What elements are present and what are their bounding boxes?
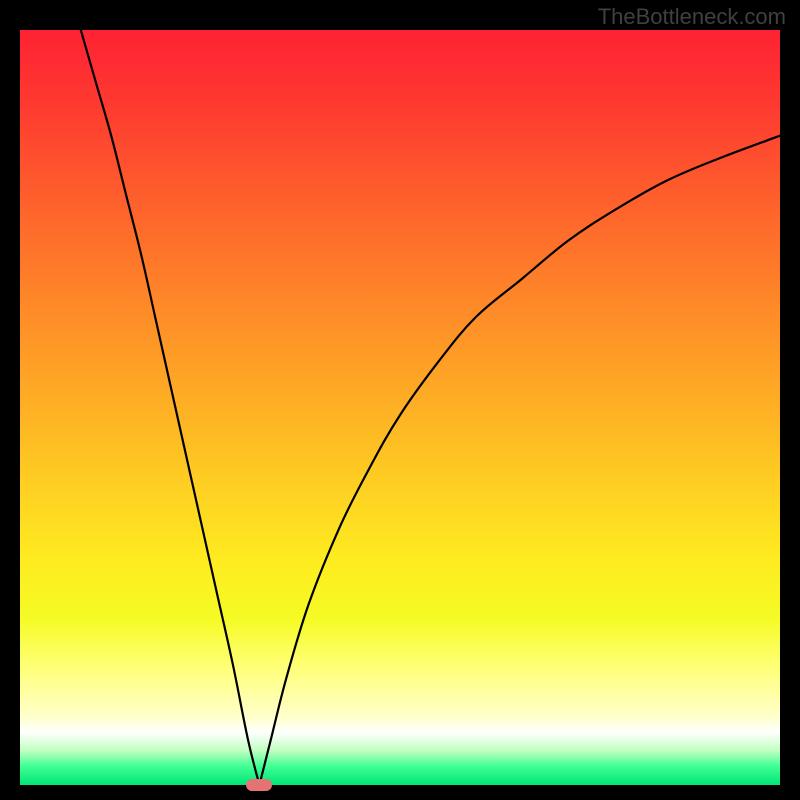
curve-left-branch: [81, 30, 260, 785]
curve-right-branch: [259, 136, 780, 785]
plot-area: [20, 30, 780, 785]
min-marker: [246, 779, 272, 791]
watermark-text: TheBottleneck.com: [598, 4, 786, 30]
chart-container: TheBottleneck.com: [0, 0, 800, 800]
curve-layer: [20, 30, 780, 785]
